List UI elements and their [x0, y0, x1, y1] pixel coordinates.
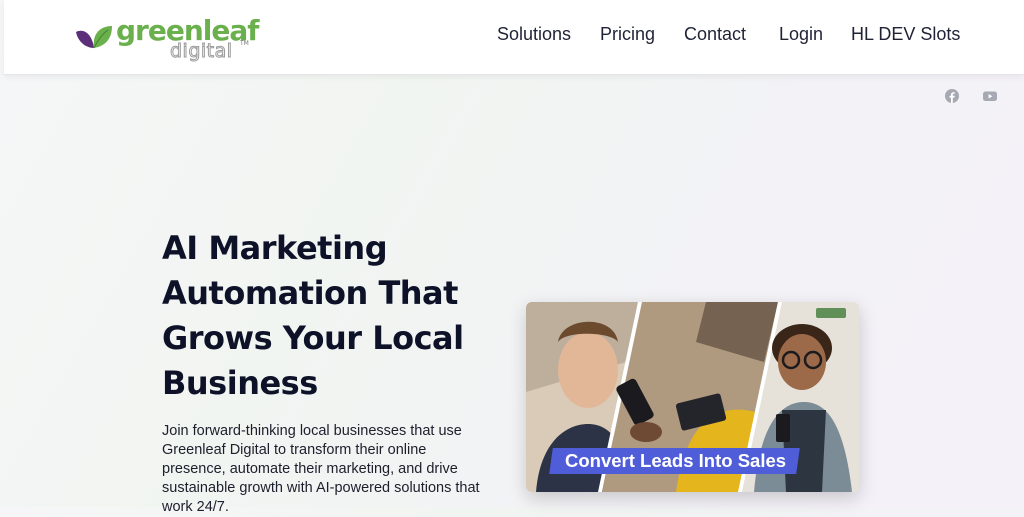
youtube-icon[interactable]: [983, 88, 997, 102]
logo-subword: digital: [170, 40, 233, 63]
greenleaf-digital-logo[interactable]: greenleaf digital TM: [74, 14, 259, 64]
site-header: greenleaf digital TM Solutions Pricing C…: [4, 0, 1024, 75]
nav-contact[interactable]: Contact: [684, 24, 746, 45]
card-caption: Convert Leads Into Sales: [549, 448, 800, 474]
leaf-logo-icon: [76, 26, 112, 49]
facebook-icon[interactable]: [945, 88, 959, 103]
hero-description: Join forward-thinking local businesses t…: [162, 423, 480, 515]
nav-login[interactable]: Login: [779, 24, 823, 45]
card-caption-text: Convert Leads Into Sales: [565, 450, 787, 471]
hero-title: AI Marketing Automation That Grows Your …: [162, 229, 464, 402]
nav-hl-dev-slots[interactable]: HL DEV Slots: [851, 24, 960, 45]
hero-image-card: Convert Leads Into Sales: [526, 302, 859, 492]
nav-solutions[interactable]: Solutions: [497, 24, 571, 45]
nav-pricing[interactable]: Pricing: [600, 24, 655, 45]
logo-trademark: TM: [240, 40, 249, 47]
